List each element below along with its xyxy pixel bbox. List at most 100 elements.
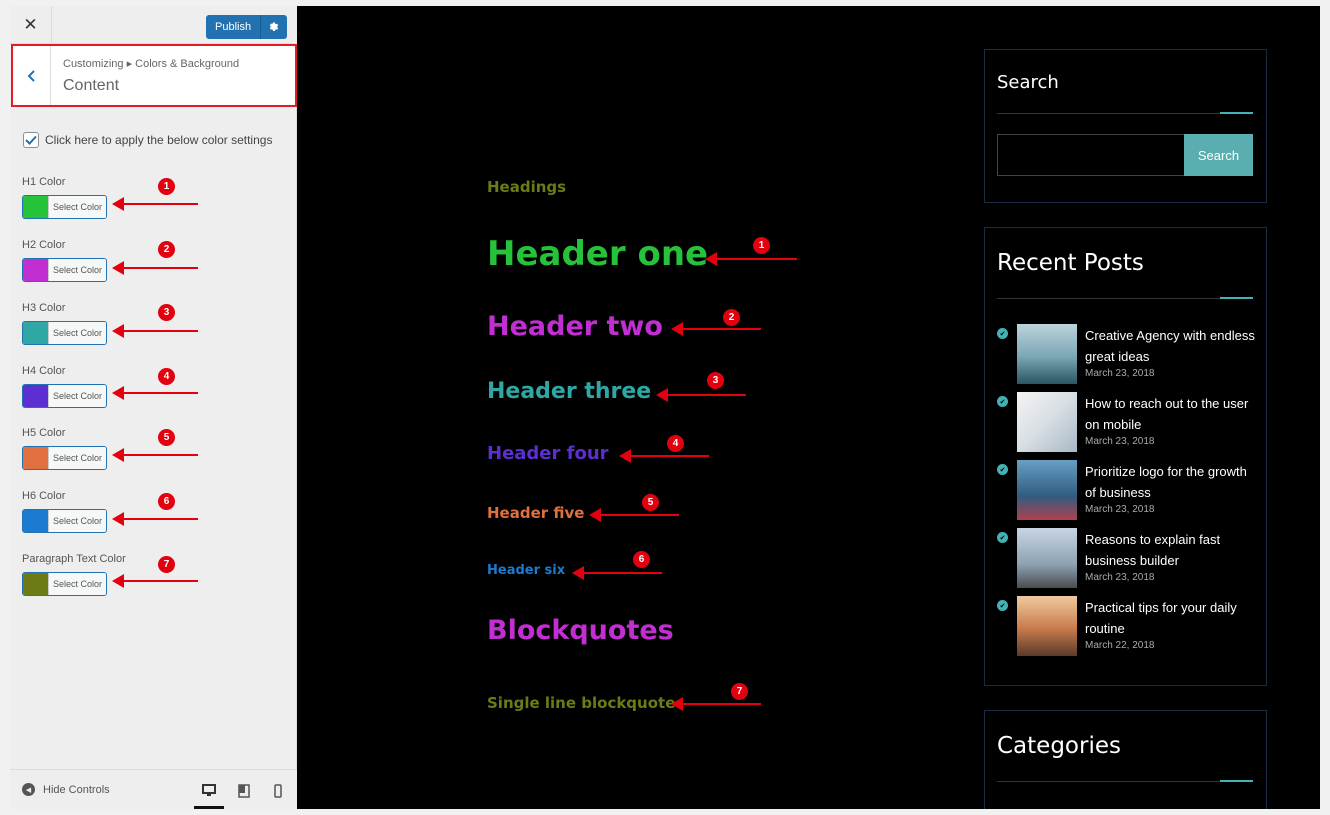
h6-color-picker-button[interactable]: Select Color (22, 509, 107, 533)
desktop-icon (202, 784, 216, 796)
customizer-window: ✕ Publish Customizing ▸ Colors & Backgro… (10, 6, 1320, 809)
h4-color-picker-button[interactable]: Select Color (22, 384, 107, 408)
annotation-badge: 6 (633, 551, 650, 568)
annotation-badge: 2 (723, 309, 740, 326)
widget-title: Search (997, 72, 1059, 93)
annotation-arrow (705, 252, 797, 266)
h5-color-control: H5 Color Select Color (22, 427, 107, 470)
post-thumbnail[interactable] (1017, 596, 1077, 656)
widget-accent (1220, 112, 1253, 114)
post-title-link[interactable]: Prioritize logo for the growth of busine… (1085, 461, 1255, 503)
recent-post-item: ✔ Practical tips for your daily routine … (997, 596, 1257, 658)
h6-color-control: H6 Color Select Color (22, 490, 107, 533)
color-swatch (23, 196, 48, 218)
close-customizer-button[interactable]: ✕ (10, 6, 52, 44)
customizer-panel: ✕ Publish Customizing ▸ Colors & Backgro… (10, 6, 297, 809)
widget-divider (997, 113, 1253, 114)
annotation-badge: 5 (158, 429, 175, 446)
tablet-preview-button[interactable] (229, 779, 259, 809)
recent-posts-widget: Recent Posts ✔ Creative Agency with endl… (984, 227, 1267, 686)
h2-color-picker-button[interactable]: Select Color (22, 258, 107, 282)
mobile-icon (274, 784, 282, 798)
h2-color-control: H2 Color Select Color (22, 239, 107, 282)
paragraph-color-control: Paragraph Text Color Select Color (22, 553, 126, 596)
recent-post-item: ✔ Prioritize logo for the growth of busi… (997, 460, 1257, 522)
search-button[interactable]: Search (1184, 134, 1253, 176)
select-color-label: Select Color (48, 196, 106, 218)
header-six: Header six (487, 563, 566, 578)
widget-accent (1220, 780, 1253, 782)
select-color-label: Select Color (48, 259, 106, 281)
post-title-link[interactable]: Reasons to explain fast business builder (1085, 529, 1255, 571)
header-four: Header four (487, 443, 609, 464)
annotation-badge: 1 (158, 178, 175, 195)
select-color-label: Select Color (48, 510, 106, 532)
customizer-footer: ◀ Hide Controls (10, 769, 297, 809)
recent-post-item: ✔ Reasons to explain fast business build… (997, 528, 1257, 590)
post-date: March 23, 2018 (1085, 504, 1155, 515)
customizer-topbar: ✕ Publish (10, 6, 297, 44)
annotation-arrow (572, 566, 662, 580)
control-label: H6 Color (22, 490, 66, 502)
control-label: H4 Color (22, 365, 66, 377)
widget-title: Recent Posts (997, 250, 1144, 276)
desktop-preview-button[interactable] (194, 779, 224, 809)
color-swatch (23, 259, 48, 281)
annotation-arrow (112, 512, 198, 526)
annotation-arrow (112, 324, 198, 338)
widget-divider (997, 298, 1253, 299)
section-title: Content (63, 77, 120, 94)
control-label: H2 Color (22, 239, 66, 251)
headings-label: Headings (487, 178, 567, 196)
collapse-arrow-icon: ◀ (22, 783, 35, 796)
apply-colors-checkbox[interactable] (23, 132, 39, 148)
annotation-badge: 5 (642, 494, 659, 511)
header-three: Header three (487, 379, 652, 404)
back-button[interactable] (13, 46, 51, 105)
search-input[interactable] (997, 134, 1185, 176)
paragraph-color-picker-button[interactable]: Select Color (22, 572, 107, 596)
section-header: Customizing ▸ Colors & Background Conten… (11, 44, 297, 107)
checkmark-icon (25, 135, 37, 145)
check-icon: ✔ (997, 600, 1008, 611)
hide-controls-button[interactable]: ◀ Hide Controls (22, 783, 110, 796)
h3-color-picker-button[interactable]: Select Color (22, 321, 107, 345)
chevron-left-icon (27, 69, 35, 82)
post-date: March 23, 2018 (1085, 368, 1155, 379)
annotation-arrow (112, 448, 198, 462)
annotation-badge: 2 (158, 241, 175, 258)
single-line-blockquote: Single line blockquote (487, 694, 676, 712)
header-five: Header five (487, 504, 585, 522)
h1-color-control: H1 Color Select Color (22, 176, 107, 219)
color-swatch (23, 322, 48, 344)
publish-settings-button[interactable] (260, 15, 288, 39)
publish-button[interactable]: Publish (206, 15, 261, 39)
recent-post-item: ✔ How to reach out to the user on mobile… (997, 392, 1257, 454)
h5-color-picker-button[interactable]: Select Color (22, 446, 107, 470)
post-title-link[interactable]: Practical tips for your daily routine (1085, 597, 1255, 639)
annotation-arrow (656, 388, 746, 402)
post-title-link[interactable]: How to reach out to the user on mobile (1085, 393, 1255, 435)
control-label: H5 Color (22, 427, 66, 439)
check-icon: ✔ (997, 396, 1008, 407)
post-thumbnail[interactable] (1017, 392, 1077, 452)
apply-colors-option: Click here to apply the below color sett… (23, 132, 272, 148)
check-icon: ✔ (997, 328, 1008, 339)
post-date: March 22, 2018 (1085, 640, 1155, 651)
annotation-badge: 6 (158, 493, 175, 510)
post-title-link[interactable]: Creative Agency with endless great ideas (1085, 325, 1255, 367)
annotation-arrow (671, 322, 761, 336)
post-thumbnail[interactable] (1017, 460, 1077, 520)
post-thumbnail[interactable] (1017, 528, 1077, 588)
select-color-label: Select Color (48, 573, 106, 595)
mobile-preview-button[interactable] (263, 779, 293, 809)
h1-color-picker-button[interactable]: Select Color (22, 195, 107, 219)
header-two: Header two (487, 311, 663, 342)
annotation-arrow (671, 697, 761, 711)
annotation-badge: 7 (158, 556, 175, 573)
post-thumbnail[interactable] (1017, 324, 1077, 384)
select-color-label: Select Color (48, 385, 106, 407)
annotation-badge: 4 (158, 368, 175, 385)
hide-controls-label: Hide Controls (43, 783, 110, 796)
check-icon: ✔ (997, 532, 1008, 543)
